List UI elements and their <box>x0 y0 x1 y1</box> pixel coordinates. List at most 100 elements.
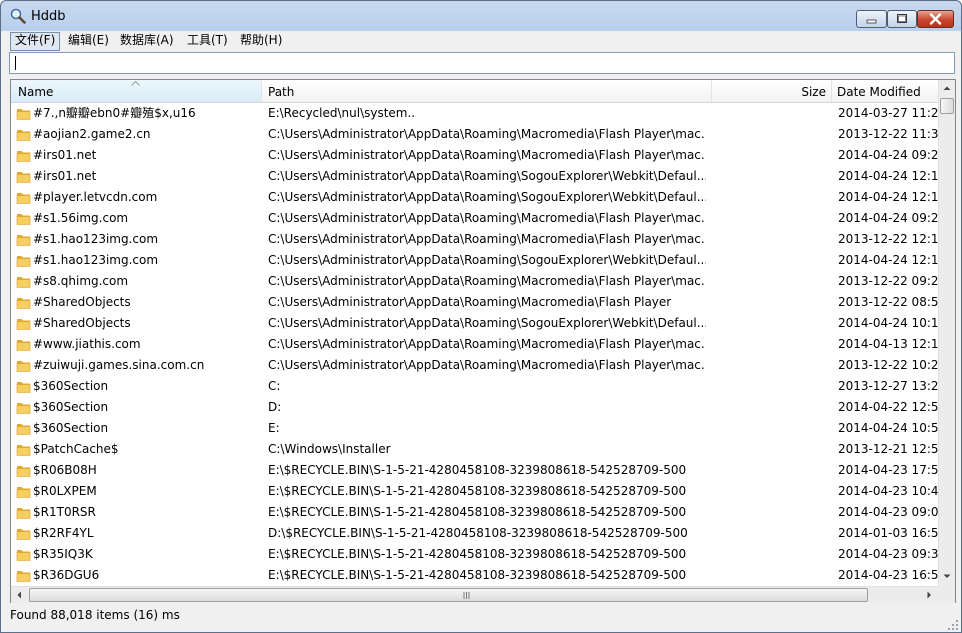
cell-name: #zuiwuji.games.sina.com.cn <box>33 358 205 372</box>
menu-help[interactable]: 帮助(H) <box>236 32 286 49</box>
cell-date: 2014-04-24 09:29 <box>838 148 938 162</box>
table-row[interactable]: #7.,n瓣瓣ebn0#瓣殖$x,u16 E:\Recycled\nul\syst… <box>11 103 938 124</box>
table-row[interactable]: #player.letvcdn.com C:\Users\Administrato… <box>11 187 938 208</box>
scroll-right-button[interactable] <box>921 587 937 603</box>
arrow-right-icon <box>927 591 931 599</box>
table-row[interactable]: #www.jiathis.com C:\Users\Administrator\A… <box>11 334 938 355</box>
cell-name: $360Section <box>33 400 109 414</box>
scroll-up-button[interactable] <box>939 80 955 96</box>
maximize-icon <box>897 14 907 23</box>
menu-database[interactable]: 数据库(A) <box>116 32 178 49</box>
folder-icon <box>16 127 31 142</box>
table-row[interactable]: #irs01.net C:\Users\Administrator\AppData… <box>11 166 938 187</box>
cell-size <box>713 355 826 376</box>
cell-name: #player.letvcdn.com <box>33 190 158 204</box>
table-row[interactable]: $360Section C: 2013-12-27 13:29 <box>11 376 938 397</box>
table-row[interactable]: $R06B08H E:\$RECYCLE.BIN\S-1-5-21-4280458… <box>11 460 938 481</box>
cell-path: E:\$RECYCLE.BIN\S-1-5-21-4280458108-3239… <box>268 568 687 582</box>
table-row[interactable]: #aojian2.game2.cn C:\Users\Administrator\… <box>11 124 938 145</box>
column-header-path-label: Path <box>268 85 295 99</box>
cell-size <box>713 292 826 313</box>
close-button[interactable] <box>917 10 954 28</box>
table-row[interactable]: #s1.hao123img.com C:\Users\Administrator\… <box>11 229 938 250</box>
cell-name: #irs01.net <box>33 169 97 183</box>
cell-name: $360Section <box>33 421 109 435</box>
cell-size <box>713 166 826 187</box>
column-header-path[interactable]: Path <box>262 80 712 102</box>
cell-name: #s1.hao123img.com <box>33 232 159 246</box>
cell-name: $R2RF4YL <box>33 526 94 540</box>
cell-name: #www.jiathis.com <box>33 337 141 351</box>
folder-icon <box>16 211 31 226</box>
cell-path: C:\Users\Administrator\AppData\Roaming\M… <box>268 211 706 225</box>
minimize-button[interactable] <box>856 10 887 28</box>
rows-container: #7.,n瓣瓣ebn0#瓣殖$x,u16 E:\Recycled\nul\syst… <box>11 103 938 587</box>
status-text: Found 88,018 items (16) ms <box>10 608 180 622</box>
menu-file[interactable]: 文件(F) <box>10 32 61 51</box>
horizontal-scroll-thumb[interactable] <box>29 588 868 602</box>
folder-icon <box>16 169 31 184</box>
cell-date: 2013-12-22 11:31 <box>838 127 938 141</box>
cell-date: 2013-12-22 12:13 <box>838 232 938 246</box>
cell-path: C:\Users\Administrator\AppData\Roaming\S… <box>268 253 706 267</box>
column-header-name[interactable]: Name <box>11 80 262 102</box>
table-row[interactable]: #s1.56img.com C:\Users\Administrator\AppD… <box>11 208 938 229</box>
scroll-down-button[interactable] <box>939 568 955 584</box>
menu-tools[interactable]: 工具(T) <box>183 32 232 49</box>
window-title: Hddb <box>31 9 66 24</box>
cell-size <box>713 271 826 292</box>
cell-date: 2014-04-23 09:34 <box>838 547 938 561</box>
vertical-scroll-thumb[interactable] <box>940 98 954 114</box>
cell-date: 2014-04-24 09:29 <box>838 211 938 225</box>
table-row[interactable]: $PatchCache$ C:\Windows\Installer 2013-12-… <box>11 439 938 460</box>
scroll-left-button[interactable] <box>11 587 27 603</box>
title-bar[interactable]: Hddb <box>1 1 961 31</box>
table-row[interactable]: #s1.hao123img.com C:\Users\Administrator\… <box>11 250 938 271</box>
folder-icon <box>16 505 31 520</box>
cell-name: #SharedObjects <box>33 295 131 309</box>
column-header-date[interactable]: Date Modified <box>832 80 942 102</box>
cell-path: E:\$RECYCLE.BIN\S-1-5-21-4280458108-3239… <box>268 547 687 561</box>
maximize-button[interactable] <box>887 10 917 28</box>
table-row[interactable]: $R36DGU6 E:\$RECYCLE.BIN\S-1-5-21-4280458… <box>11 565 938 586</box>
vertical-scrollbar[interactable] <box>938 80 955 586</box>
cell-path: E:\$RECYCLE.BIN\S-1-5-21-4280458108-3239… <box>268 463 687 477</box>
sort-ascending-icon <box>131 81 140 86</box>
cell-path: C:\Users\Administrator\AppData\Roaming\M… <box>268 232 706 246</box>
folder-icon <box>16 316 31 331</box>
cell-size <box>713 103 826 124</box>
search-input[interactable] <box>12 54 946 72</box>
table-row[interactable]: #s8.qhimg.com C:\Users\Administrator\AppD… <box>11 271 938 292</box>
folder-icon <box>16 484 31 499</box>
text-caret <box>15 56 16 70</box>
cell-date: 2014-04-22 12:52 <box>838 400 938 414</box>
table-row[interactable]: $R0LXPEM E:\$RECYCLE.BIN\S-1-5-21-4280458… <box>11 481 938 502</box>
cell-path: C:\Users\Administrator\AppData\Roaming\M… <box>268 127 706 141</box>
table-row[interactable]: $360Section D: 2014-04-22 12:52 <box>11 397 938 418</box>
table-row[interactable]: #irs01.net C:\Users\Administrator\AppData… <box>11 145 938 166</box>
cell-date: 2014-04-24 12:14 <box>838 190 938 204</box>
table-row[interactable]: $360Section E: 2014-04-24 10:56 <box>11 418 938 439</box>
cell-size <box>713 418 826 439</box>
cell-path: C:\Users\Administrator\AppData\Roaming\S… <box>268 190 706 204</box>
menu-edit[interactable]: 编辑(E) <box>64 32 113 49</box>
menu-bar: 文件(F) 编辑(E) 数据库(A) 工具(T) 帮助(H) <box>1 31 961 51</box>
cell-name: $R36DGU6 <box>33 568 100 582</box>
cell-name: $R06B08H <box>33 463 97 477</box>
cell-date: 2014-01-03 16:53 <box>838 526 938 540</box>
table-row[interactable]: $R35IQ3K E:\$RECYCLE.BIN\S-1-5-21-4280458… <box>11 544 938 565</box>
cell-name: #s1.56img.com <box>33 211 129 225</box>
table-row[interactable]: #SharedObjects C:\Users\Administrator\App… <box>11 292 938 313</box>
table-row[interactable]: #SharedObjects C:\Users\Administrator\App… <box>11 313 938 334</box>
cell-date: 2014-04-13 12:10 <box>838 337 938 351</box>
grip-icon <box>463 592 470 599</box>
table-row[interactable]: #zuiwuji.games.sina.com.cn C:\Users\Admin… <box>11 355 938 376</box>
horizontal-scrollbar[interactable] <box>11 586 938 603</box>
cell-path: C:\Users\Administrator\AppData\Roaming\M… <box>268 358 706 372</box>
resize-grip-icon[interactable] <box>947 619 959 631</box>
folder-icon <box>16 547 31 562</box>
table-row[interactable]: $R2RF4YL D:\$RECYCLE.BIN\S-1-5-21-4280458… <box>11 523 938 544</box>
table-row[interactable]: $R1T0RSR E:\$RECYCLE.BIN\S-1-5-21-4280458… <box>11 502 938 523</box>
folder-icon <box>16 568 31 583</box>
column-header-size[interactable]: Size <box>712 80 832 102</box>
